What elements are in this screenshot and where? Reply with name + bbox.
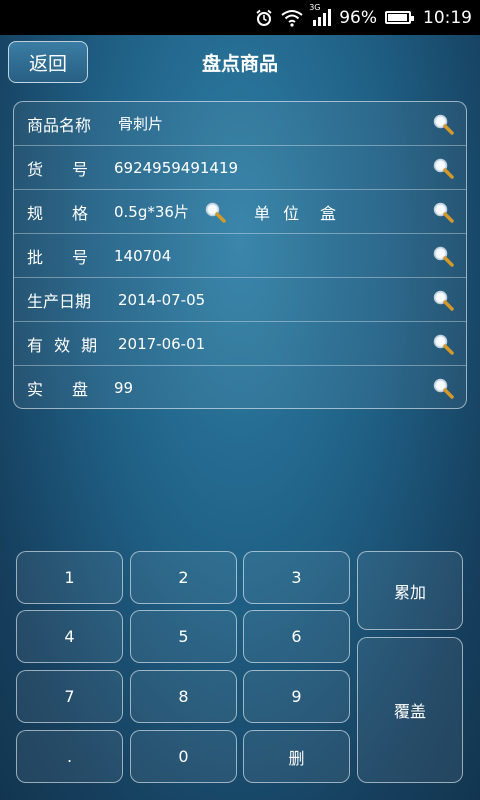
row-exp-date: 有 效 期 2017-06-01 — [14, 322, 466, 366]
row-batch: 批 号 140704 — [14, 234, 466, 278]
exp-date-field[interactable]: 2017-06-01 — [118, 335, 205, 353]
page-title: 盘点商品 — [201, 53, 278, 75]
accumulate-button[interactable]: 累加 — [357, 551, 463, 630]
search-icon[interactable] — [432, 201, 454, 223]
unit-field[interactable]: 盒 — [320, 200, 336, 224]
batch-label-char1: 批 — [27, 247, 44, 267]
search-icon[interactable] — [432, 289, 454, 311]
search-icon[interactable] — [432, 377, 454, 399]
row-count: 实 盘 99 — [14, 366, 466, 410]
code-field[interactable]: 6924959491419 — [114, 159, 238, 177]
key-8[interactable]: 8 — [130, 670, 237, 723]
key-dot[interactable]: . — [16, 730, 123, 783]
signal-icon: 3G — [309, 3, 332, 27]
mfg-date-label: 生产日期 — [27, 291, 92, 311]
key-5[interactable]: 5 — [130, 610, 237, 663]
back-button[interactable]: 返回 — [8, 41, 88, 83]
key-6[interactable]: 6 — [243, 610, 350, 663]
key-0[interactable]: 0 — [130, 730, 237, 783]
key-3[interactable]: 3 — [243, 551, 350, 604]
overwrite-button[interactable]: 覆盖 — [357, 637, 463, 783]
clock: 10:19 — [423, 7, 472, 28]
exp-date-label: 有 效 期 — [27, 335, 98, 355]
key-1[interactable]: 1 — [16, 551, 123, 604]
row-code: 货 号 6924959491419 — [14, 146, 466, 190]
count-label-char2: 盘 — [72, 380, 89, 399]
search-icon[interactable] — [432, 333, 454, 355]
search-icon[interactable] — [432, 245, 454, 267]
title-bar: 返回 盘点商品 — [0, 35, 480, 90]
wifi-icon — [281, 9, 303, 27]
battery-percent: 96% — [339, 7, 377, 28]
search-icon[interactable] — [432, 157, 454, 179]
key-4[interactable]: 4 — [16, 610, 123, 663]
code-label-char2: 号 — [72, 159, 89, 179]
spec-field[interactable]: 0.5g*36片 — [114, 201, 189, 222]
product-name-field[interactable]: 骨刺片 — [118, 113, 163, 134]
network-type: 3G — [309, 2, 321, 12]
battery-icon — [385, 11, 414, 24]
code-label-char1: 货 — [27, 159, 44, 179]
spec-label-char2: 格 — [72, 203, 89, 223]
alarm-icon — [255, 9, 273, 27]
batch-label-char2: 号 — [72, 247, 89, 267]
count-field[interactable]: 99 — [114, 379, 133, 397]
spec-label-char1: 规 — [27, 203, 44, 223]
row-mfg-date: 生产日期 2014-07-05 — [14, 278, 466, 322]
batch-field[interactable]: 140704 — [114, 247, 171, 265]
product-form: 商品名称 骨刺片 货 号 6924959491419 规 格 0.5g*36片 … — [13, 101, 467, 409]
row-product-name: 商品名称 骨刺片 — [14, 102, 466, 146]
key-7[interactable]: 7 — [16, 670, 123, 723]
row-spec: 规 格 0.5g*36片 单 位 盒 — [14, 190, 466, 234]
key-9[interactable]: 9 — [243, 670, 350, 723]
count-label-char1: 实 — [27, 380, 44, 399]
product-name-label: 商品名称 — [27, 115, 92, 135]
search-icon[interactable] — [432, 113, 454, 135]
search-icon[interactable] — [204, 201, 226, 223]
delete-key[interactable]: 删 — [243, 730, 350, 783]
key-2[interactable]: 2 — [130, 551, 237, 604]
mfg-date-field[interactable]: 2014-07-05 — [118, 291, 205, 309]
status-bar: 3G 96% 10:19 — [0, 0, 480, 35]
unit-label: 单 位 — [254, 203, 300, 223]
